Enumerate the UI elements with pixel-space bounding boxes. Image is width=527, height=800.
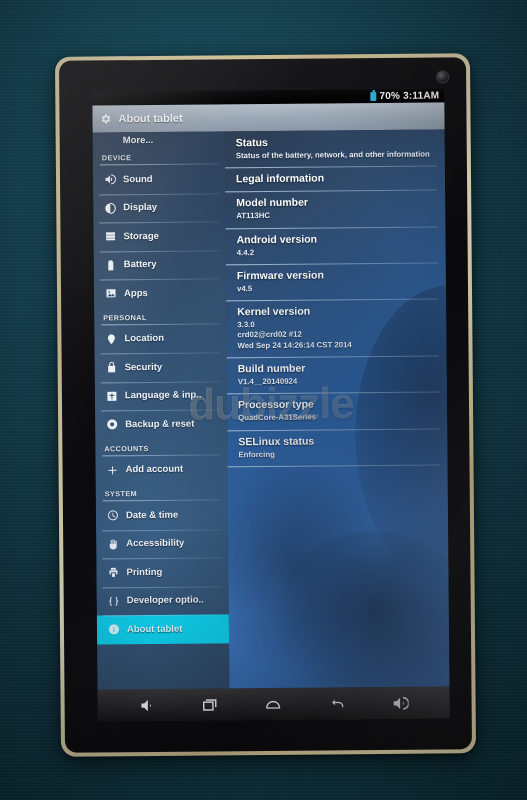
sidebar-item-apps[interactable]: Apps — [94, 278, 226, 308]
sidebar-item-label: Backup & reset — [125, 418, 195, 430]
list-item-title: Kernel version — [237, 305, 311, 319]
sidebar-item-label: Accessibility — [126, 537, 185, 550]
storage-icon — [104, 231, 116, 243]
braces-icon — [108, 595, 120, 607]
volume-up-icon[interactable] — [390, 693, 409, 712]
list-item-title: Model number — [236, 196, 309, 210]
list-item-title: Android version — [236, 233, 318, 246]
clock-label: 3:11AM — [403, 89, 440, 102]
list-item-subtitle: 4.4.2 — [236, 247, 255, 257]
sidebar-item-location[interactable]: Location — [94, 324, 226, 354]
screen-reflection — [272, 530, 450, 689]
action-bar: About tablet — [92, 102, 445, 133]
tablet-device: 70% 3:11AM About tablet More... DEVICE S… — [54, 53, 477, 757]
list-item-subtitle: Status of the battery, network, and othe… — [235, 149, 430, 161]
lock-icon — [106, 362, 118, 374]
sidebar-item-printing[interactable]: Printing — [96, 557, 228, 587]
sidebar-item-label: Developer optio.. — [126, 594, 204, 607]
sidebar-item-more[interactable]: More... — [93, 132, 225, 148]
plus-icon — [107, 464, 119, 476]
navigation-bar — [97, 686, 450, 722]
sidebar-item-sound[interactable]: Sound — [93, 164, 225, 194]
list-item-legal-information[interactable]: Legal information — [225, 166, 445, 192]
list-item-title: Firmware version — [236, 269, 324, 283]
sidebar-item-label: Storage — [123, 230, 159, 242]
sidebar-item-label: Language & inp.. — [124, 389, 202, 402]
sidebar-item-backup-reset[interactable]: Backup & reset — [95, 409, 227, 439]
back-icon[interactable] — [327, 694, 346, 713]
list-item-subtitle: v4.5 — [236, 283, 253, 294]
sidebar-item-display[interactable]: Display — [93, 193, 225, 223]
battery-icon — [105, 259, 117, 271]
sidebar-item-security[interactable]: Security — [95, 352, 227, 382]
sidebar-item-date-time[interactable]: Date & time — [96, 500, 228, 530]
sidebar-item-developer-options[interactable]: Developer optio.. — [97, 586, 229, 616]
list-item-subtitle: AT113HC — [236, 211, 271, 221]
settings-sidebar: More... DEVICE Sound Display Storage Bat… — [92, 131, 230, 690]
list-item-subtitle: QuadCore-A31Series — [238, 412, 317, 423]
screen-reflection — [224, 453, 378, 675]
sidebar-item-label: More... — [122, 134, 154, 147]
list-item-selinux-status[interactable]: SELinux status Enforcing — [227, 428, 447, 466]
sidebar-item-label: Sound — [122, 173, 153, 185]
sidebar-item-label: Security — [124, 361, 163, 373]
sidebar-item-label: Date & time — [125, 509, 179, 521]
printer-icon — [107, 567, 119, 579]
about-tablet-list: Status Status of the battery, network, a… — [224, 129, 450, 689]
settings-content: More... DEVICE Sound Display Storage Bat… — [92, 129, 450, 690]
accessibility-icon — [107, 538, 119, 550]
home-icon[interactable] — [264, 694, 283, 713]
volume-down-icon[interactable] — [138, 695, 157, 714]
language-icon — [106, 390, 118, 402]
location-pin-icon — [105, 333, 117, 345]
sound-icon — [104, 174, 116, 186]
sidebar-section-accounts: ACCOUNTS — [104, 443, 149, 453]
sidebar-item-storage[interactable]: Storage — [93, 221, 225, 251]
sidebar-item-battery[interactable]: Battery — [94, 250, 226, 280]
sidebar-item-label: Location — [124, 333, 165, 345]
gear-icon — [99, 113, 111, 125]
list-item-kernel-version[interactable]: Kernel version 3.3.0 crd02@crd02 #12 Wed… — [226, 299, 446, 358]
sidebar-item-accessibility[interactable]: Accessibility — [96, 529, 228, 559]
display-icon — [104, 202, 116, 214]
backup-reset-icon — [106, 419, 118, 431]
battery-icon — [370, 91, 377, 101]
recents-icon[interactable] — [201, 695, 220, 714]
list-item-subtitle: V1.4__20140924 — [237, 376, 298, 387]
list-item-android-version[interactable]: Android version 4.4.2 — [225, 226, 445, 264]
sidebar-item-label: Add account — [125, 463, 184, 476]
list-item-processor-type[interactable]: Processor type QuadCore-A31Series — [227, 392, 447, 430]
sidebar-item-label: Battery — [123, 259, 157, 271]
sidebar-section-personal: PERSONAL — [103, 312, 147, 322]
front-camera-icon — [437, 71, 449, 83]
sidebar-item-label: Printing — [126, 566, 163, 578]
apps-icon — [105, 288, 117, 300]
list-item-title: Status — [235, 136, 268, 150]
list-item-title: Legal information — [235, 172, 325, 186]
list-item-status[interactable]: Status Status of the battery, network, a… — [225, 129, 445, 167]
sidebar-section-system: SYSTEM — [104, 489, 138, 499]
sidebar-item-label: Apps — [123, 287, 148, 299]
info-icon — [108, 624, 120, 636]
list-item-subtitle: Enforcing — [238, 449, 275, 459]
list-item-title: SELinux status — [238, 435, 315, 448]
sidebar-item-label: About tablet — [126, 623, 183, 635]
list-item-build-number[interactable]: Build number V1.4__20140924 — [227, 355, 447, 393]
sidebar-item-label: Display — [123, 202, 158, 214]
list-item-title: Build number — [237, 362, 306, 376]
sidebar-item-language-input[interactable]: Language & inp.. — [95, 381, 227, 411]
clock-icon — [107, 510, 119, 522]
list-item-title: Processor type — [237, 398, 314, 412]
battery-percent-label: 70% — [379, 90, 401, 102]
sidebar-item-add-account[interactable]: Add account — [95, 455, 227, 485]
list-item-model-number[interactable]: Model number AT113HC — [225, 190, 445, 228]
list-item-subtitle: 3.3.0 crd02@crd02 #12 Wed Sep 24 14:26:1… — [237, 320, 352, 350]
sidebar-section-device: DEVICE — [101, 153, 132, 163]
tablet-screen: 70% 3:11AM About tablet More... DEVICE S… — [92, 88, 450, 722]
sidebar-item-about-tablet[interactable]: About tablet — [96, 614, 230, 644]
page-title: About tablet — [118, 112, 183, 125]
list-item-firmware-version[interactable]: Firmware version v4.5 — [226, 262, 446, 300]
